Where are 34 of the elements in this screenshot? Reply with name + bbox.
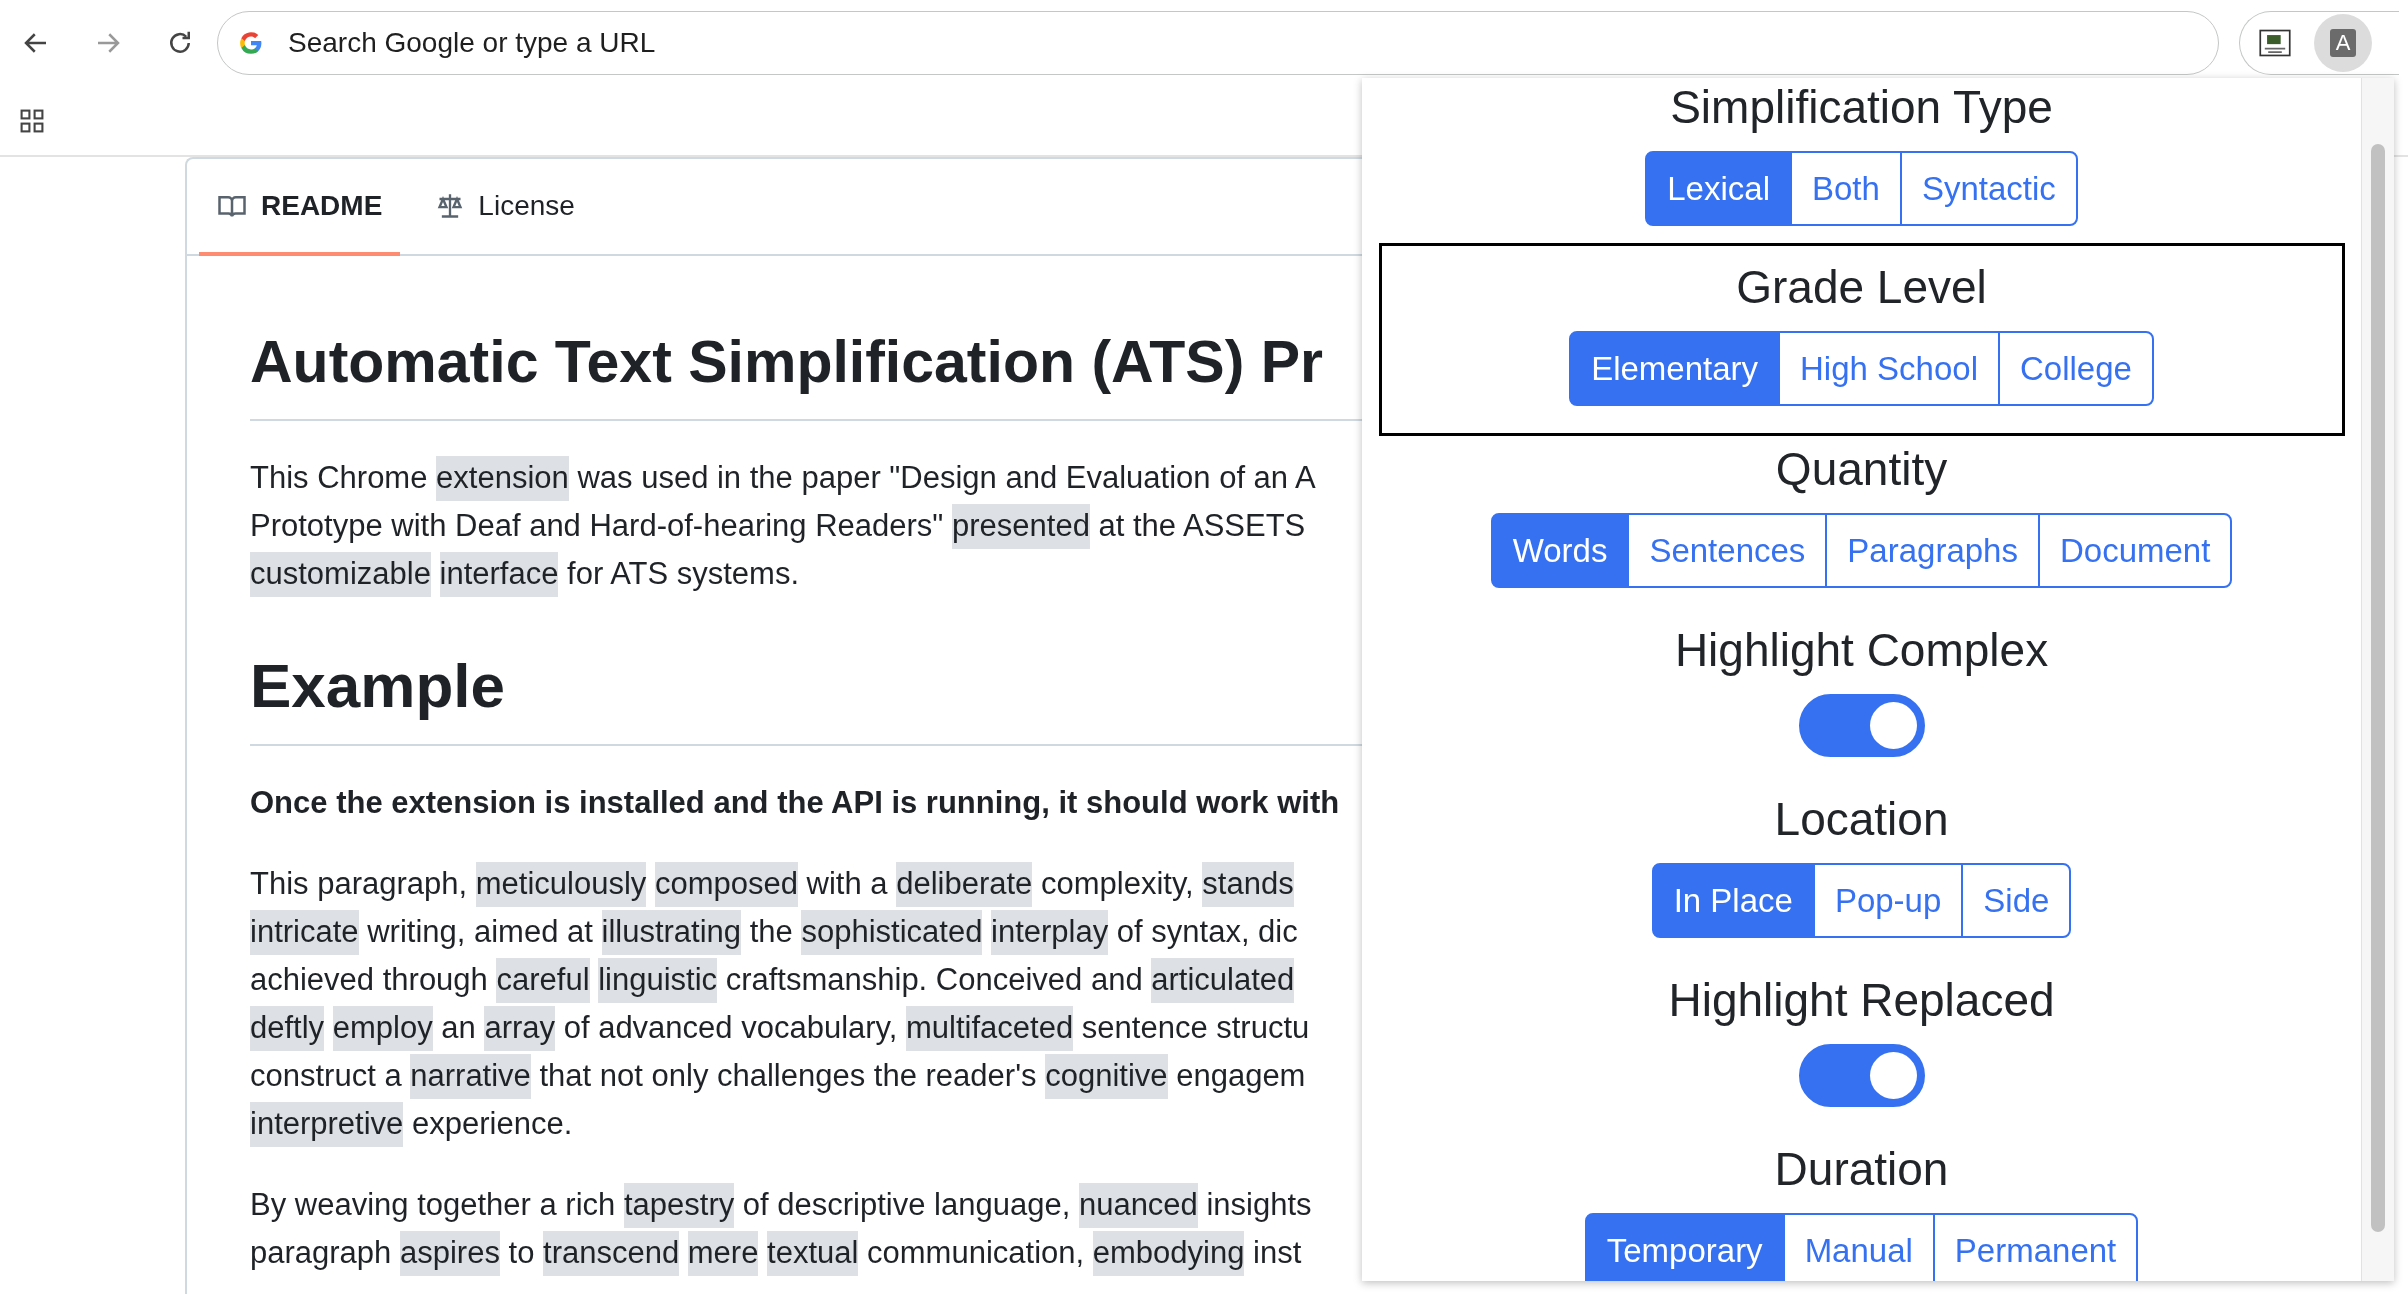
address-field[interactable]: Search Google or type a URL [286, 26, 2218, 60]
setting-title: Grade Level [1736, 260, 1987, 315]
option-button[interactable]: Document [2037, 513, 2233, 588]
option-button[interactable]: Pop-up [1812, 863, 1964, 938]
option-button[interactable]: Elementary [1569, 331, 1781, 406]
readme-tab[interactable]: README [199, 159, 401, 256]
option-button[interactable]: College [1998, 331, 2154, 406]
option-button[interactable]: Lexical [1645, 151, 1792, 226]
setting-title: Quantity [1775, 442, 1948, 497]
paragraph: This Chrome extension was used in the paper "Design and Evaluation of an A Prototype with Deaf and Hard-of-hearing Readers" presented at the ASSETS customizable interface for ATS systems. [250, 454, 1365, 598]
scrollbar-thumb[interactable] [2371, 144, 2386, 1232]
option-button[interactable]: Sentences [1627, 513, 1828, 588]
option-button[interactable]: Manual [1782, 1213, 1935, 1281]
option-button[interactable]: Paragraphs [1825, 513, 2040, 588]
google-icon [238, 30, 264, 56]
paragraph: By weaving together a rich tapestry of descriptive language, nuanced insights paragraph aspires to transcend mere textual communication, embodying inst [250, 1181, 1365, 1277]
profile-avatar[interactable]: A [2314, 14, 2372, 72]
apps-icon[interactable] [19, 107, 45, 134]
setting-title: Location [1774, 792, 1949, 847]
setting-title: Highlight Replaced [1668, 973, 2055, 1028]
paragraph: This paragraph, meticulously composed with a deliberate complexity, stands intricate writing, aimed at illustrating the sophisticated interplay of syntax, dic achieved through careful linguistic craftsmanship. Conceived and articulated deftly employ an array of advanced vocabulary, multifaceted sentence structu construct a narrative that not only challenges the reader's cognitive engagem interpretive experience. [250, 860, 1365, 1148]
setting-title: Simplification Type [1670, 80, 2053, 135]
readme-tab[interactable]: License [418, 159, 593, 256]
option-button[interactable]: In Place [1651, 863, 1815, 938]
option-button[interactable]: Permanent [1932, 1213, 2139, 1281]
option-button[interactable]: Temporary [1584, 1213, 1785, 1281]
option-button[interactable]: Side [1961, 863, 2072, 938]
option-button[interactable]: Syntactic [1899, 151, 2078, 226]
option-button[interactable]: High School [1778, 331, 2000, 406]
option-button[interactable]: Both [1790, 151, 1902, 226]
bold-note: Once the extension is installed and the API is running, it should work with [250, 784, 1341, 822]
setting-title: Duration [1774, 1142, 1949, 1197]
scale-icon [436, 191, 465, 220]
option-button[interactable]: Words [1490, 513, 1630, 588]
